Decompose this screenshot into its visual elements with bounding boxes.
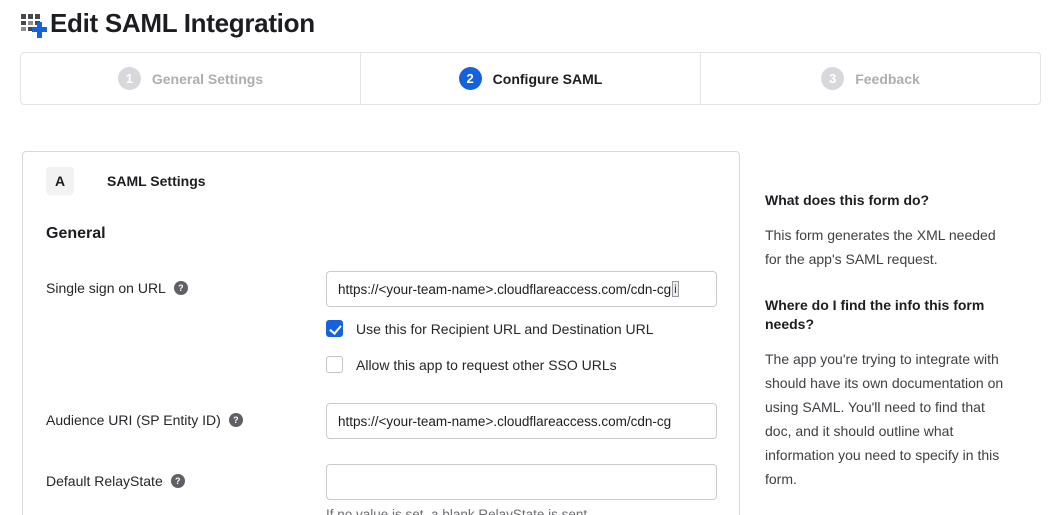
wizard-step-general-settings[interactable]: 1 General Settings	[21, 53, 360, 104]
default-relaystate-label: Default RelayState	[46, 473, 163, 489]
wizard-step-configure-saml[interactable]: 2 Configure SAML	[360, 53, 700, 104]
step-label: General Settings	[152, 71, 263, 87]
help-section-find-info: Where do I find the info this form needs…	[765, 296, 1015, 491]
default-relaystate-input[interactable]	[326, 464, 717, 500]
help-heading: What does this form do?	[765, 191, 1015, 210]
step-label: Configure SAML	[493, 71, 603, 87]
step-number-badge: 1	[118, 67, 141, 90]
help-heading: Where do I find the info this form needs…	[765, 296, 1015, 334]
help-section-form-purpose: What does this form do? This form genera…	[765, 191, 1015, 271]
step-number-badge: 2	[459, 67, 482, 90]
field-label-cell: Audience URI (SP Entity ID) ?	[46, 403, 326, 439]
single-sign-on-url-label: Single sign on URL	[46, 280, 166, 296]
field-cell	[326, 403, 717, 439]
field-row-audience-uri: Audience URI (SP Entity ID) ?	[46, 403, 715, 439]
content-area: A SAML Settings General Single sign on U…	[0, 151, 1063, 511]
saml-settings-panel: A SAML Settings General Single sign on U…	[22, 151, 740, 515]
text-cursor: i	[672, 281, 679, 297]
checkbox-label: Allow this app to request other SSO URLs	[356, 357, 617, 373]
recipient-url-checkbox[interactable]	[326, 320, 343, 337]
relaystate-helper-text: If no value is set, a blank RelayState i…	[326, 507, 717, 515]
saml-form: Single sign on URL ? https://<your-team-…	[46, 271, 715, 515]
other-sso-urls-checkbox[interactable]	[326, 356, 343, 373]
audience-uri-label: Audience URI (SP Entity ID)	[46, 412, 221, 428]
help-body: This form generates the XML needed for t…	[765, 223, 1015, 271]
page-header: Edit SAML Integration	[0, 0, 1063, 39]
help-icon[interactable]: ?	[229, 413, 243, 427]
audience-uri-input[interactable]	[326, 403, 717, 439]
general-group-heading: General	[46, 225, 715, 243]
section-letter-badge: A	[46, 167, 74, 195]
field-cell: https://<your-team-name>.cloudflareacces…	[326, 271, 717, 373]
help-icon[interactable]: ?	[174, 281, 188, 295]
field-row-default-relaystate: Default RelayState ? If no value is set,…	[46, 464, 715, 515]
wizard-step-feedback[interactable]: 3 Feedback	[700, 53, 1040, 104]
step-label: Feedback	[855, 71, 920, 87]
field-label-cell: Single sign on URL ?	[46, 271, 326, 373]
step-number-badge: 3	[821, 67, 844, 90]
field-cell: If no value is set, a blank RelayState i…	[326, 464, 717, 515]
help-icon[interactable]: ?	[171, 474, 185, 488]
help-body: The app you're trying to integrate with …	[765, 347, 1015, 491]
section-header: A SAML Settings	[46, 167, 715, 195]
help-sidebar: What does this form do? This form genera…	[765, 191, 1015, 491]
page-title: Edit SAML Integration	[50, 8, 315, 39]
single-sign-on-url-input[interactable]: https://<your-team-name>.cloudflareacces…	[326, 271, 717, 307]
section-title: SAML Settings	[107, 173, 206, 189]
app-grid-add-icon	[20, 9, 47, 38]
other-sso-urls-checkbox-row: Allow this app to request other SSO URLs	[326, 356, 717, 373]
input-value-text: https://<your-team-name>.cloudflareacces…	[338, 282, 671, 297]
wizard-steps: 1 General Settings 2 Configure SAML 3 Fe…	[20, 52, 1041, 105]
field-row-single-sign-on-url: Single sign on URL ? https://<your-team-…	[46, 271, 715, 373]
field-label-cell: Default RelayState ?	[46, 464, 326, 515]
checkbox-label: Use this for Recipient URL and Destinati…	[356, 321, 654, 337]
recipient-url-checkbox-row: Use this for Recipient URL and Destinati…	[326, 320, 717, 337]
